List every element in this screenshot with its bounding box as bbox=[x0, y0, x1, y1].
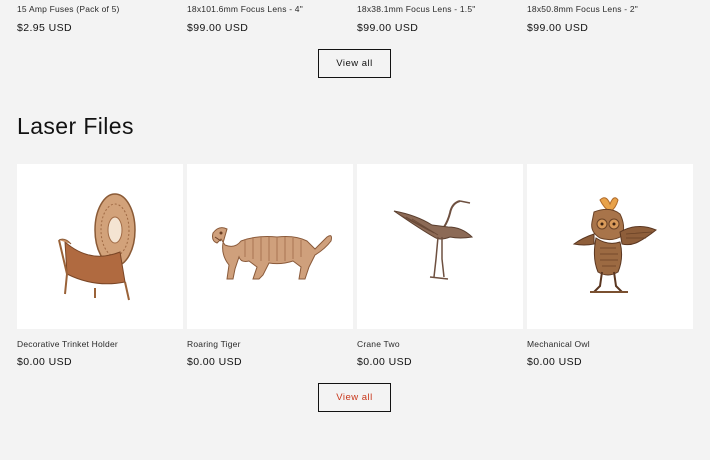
laser-file-title[interactable]: Decorative Trinket Holder bbox=[17, 339, 183, 349]
product-price: $2.95 USD bbox=[17, 22, 72, 34]
crane-image[interactable] bbox=[357, 164, 523, 329]
section-title-laser-files: Laser Files bbox=[17, 113, 134, 139]
laser-file-title[interactable]: Crane Two bbox=[357, 339, 523, 349]
product-price: $99.00 USD bbox=[187, 22, 249, 34]
trinket-holder-image[interactable] bbox=[17, 164, 183, 329]
product-title[interactable]: 18x50.8mm Focus Lens - 2" bbox=[527, 4, 693, 14]
view-all-laser-files-button[interactable]: View all bbox=[318, 383, 391, 412]
laser-file-card[interactable]: Decorative Trinket Holder $0.00 USD bbox=[17, 164, 183, 368]
product-card[interactable]: 15 Amp Fuses (Pack of 5) $2.95 USD bbox=[17, 0, 183, 34]
product-price: $99.00 USD bbox=[357, 22, 419, 34]
product-card[interactable]: 18x38.1mm Focus Lens - 1.5" $99.00 USD bbox=[357, 0, 523, 34]
owl-image[interactable] bbox=[527, 164, 693, 329]
laser-file-title[interactable]: Mechanical Owl bbox=[527, 339, 693, 349]
product-title[interactable]: 15 Amp Fuses (Pack of 5) bbox=[17, 4, 183, 14]
laser-file-title[interactable]: Roaring Tiger bbox=[187, 339, 353, 349]
view-all-products-button[interactable]: View all bbox=[318, 49, 391, 78]
laser-file-card[interactable]: Roaring Tiger $0.00 USD bbox=[187, 164, 353, 368]
laser-file-price: $0.00 USD bbox=[357, 356, 412, 368]
tiger-image[interactable] bbox=[187, 164, 353, 329]
laser-file-price: $0.00 USD bbox=[527, 356, 582, 368]
laser-files-row: Decorative Trinket Holder $0.00 USD Roar… bbox=[17, 164, 694, 368]
product-title[interactable]: 18x101.6mm Focus Lens - 4" bbox=[187, 4, 353, 14]
featured-products-row: 15 Amp Fuses (Pack of 5) $2.95 USD 18x10… bbox=[17, 0, 694, 34]
laser-file-card[interactable]: Mechanical Owl $0.00 USD bbox=[527, 164, 693, 368]
product-title[interactable]: 18x38.1mm Focus Lens - 1.5" bbox=[357, 4, 523, 14]
product-card[interactable]: 18x50.8mm Focus Lens - 2" $99.00 USD bbox=[527, 0, 693, 34]
laser-file-card[interactable]: Crane Two $0.00 USD bbox=[357, 164, 523, 368]
laser-file-price: $0.00 USD bbox=[17, 356, 72, 368]
product-card[interactable]: 18x101.6mm Focus Lens - 4" $99.00 USD bbox=[187, 0, 353, 34]
product-price: $99.00 USD bbox=[527, 22, 589, 34]
laser-file-price: $0.00 USD bbox=[187, 356, 242, 368]
